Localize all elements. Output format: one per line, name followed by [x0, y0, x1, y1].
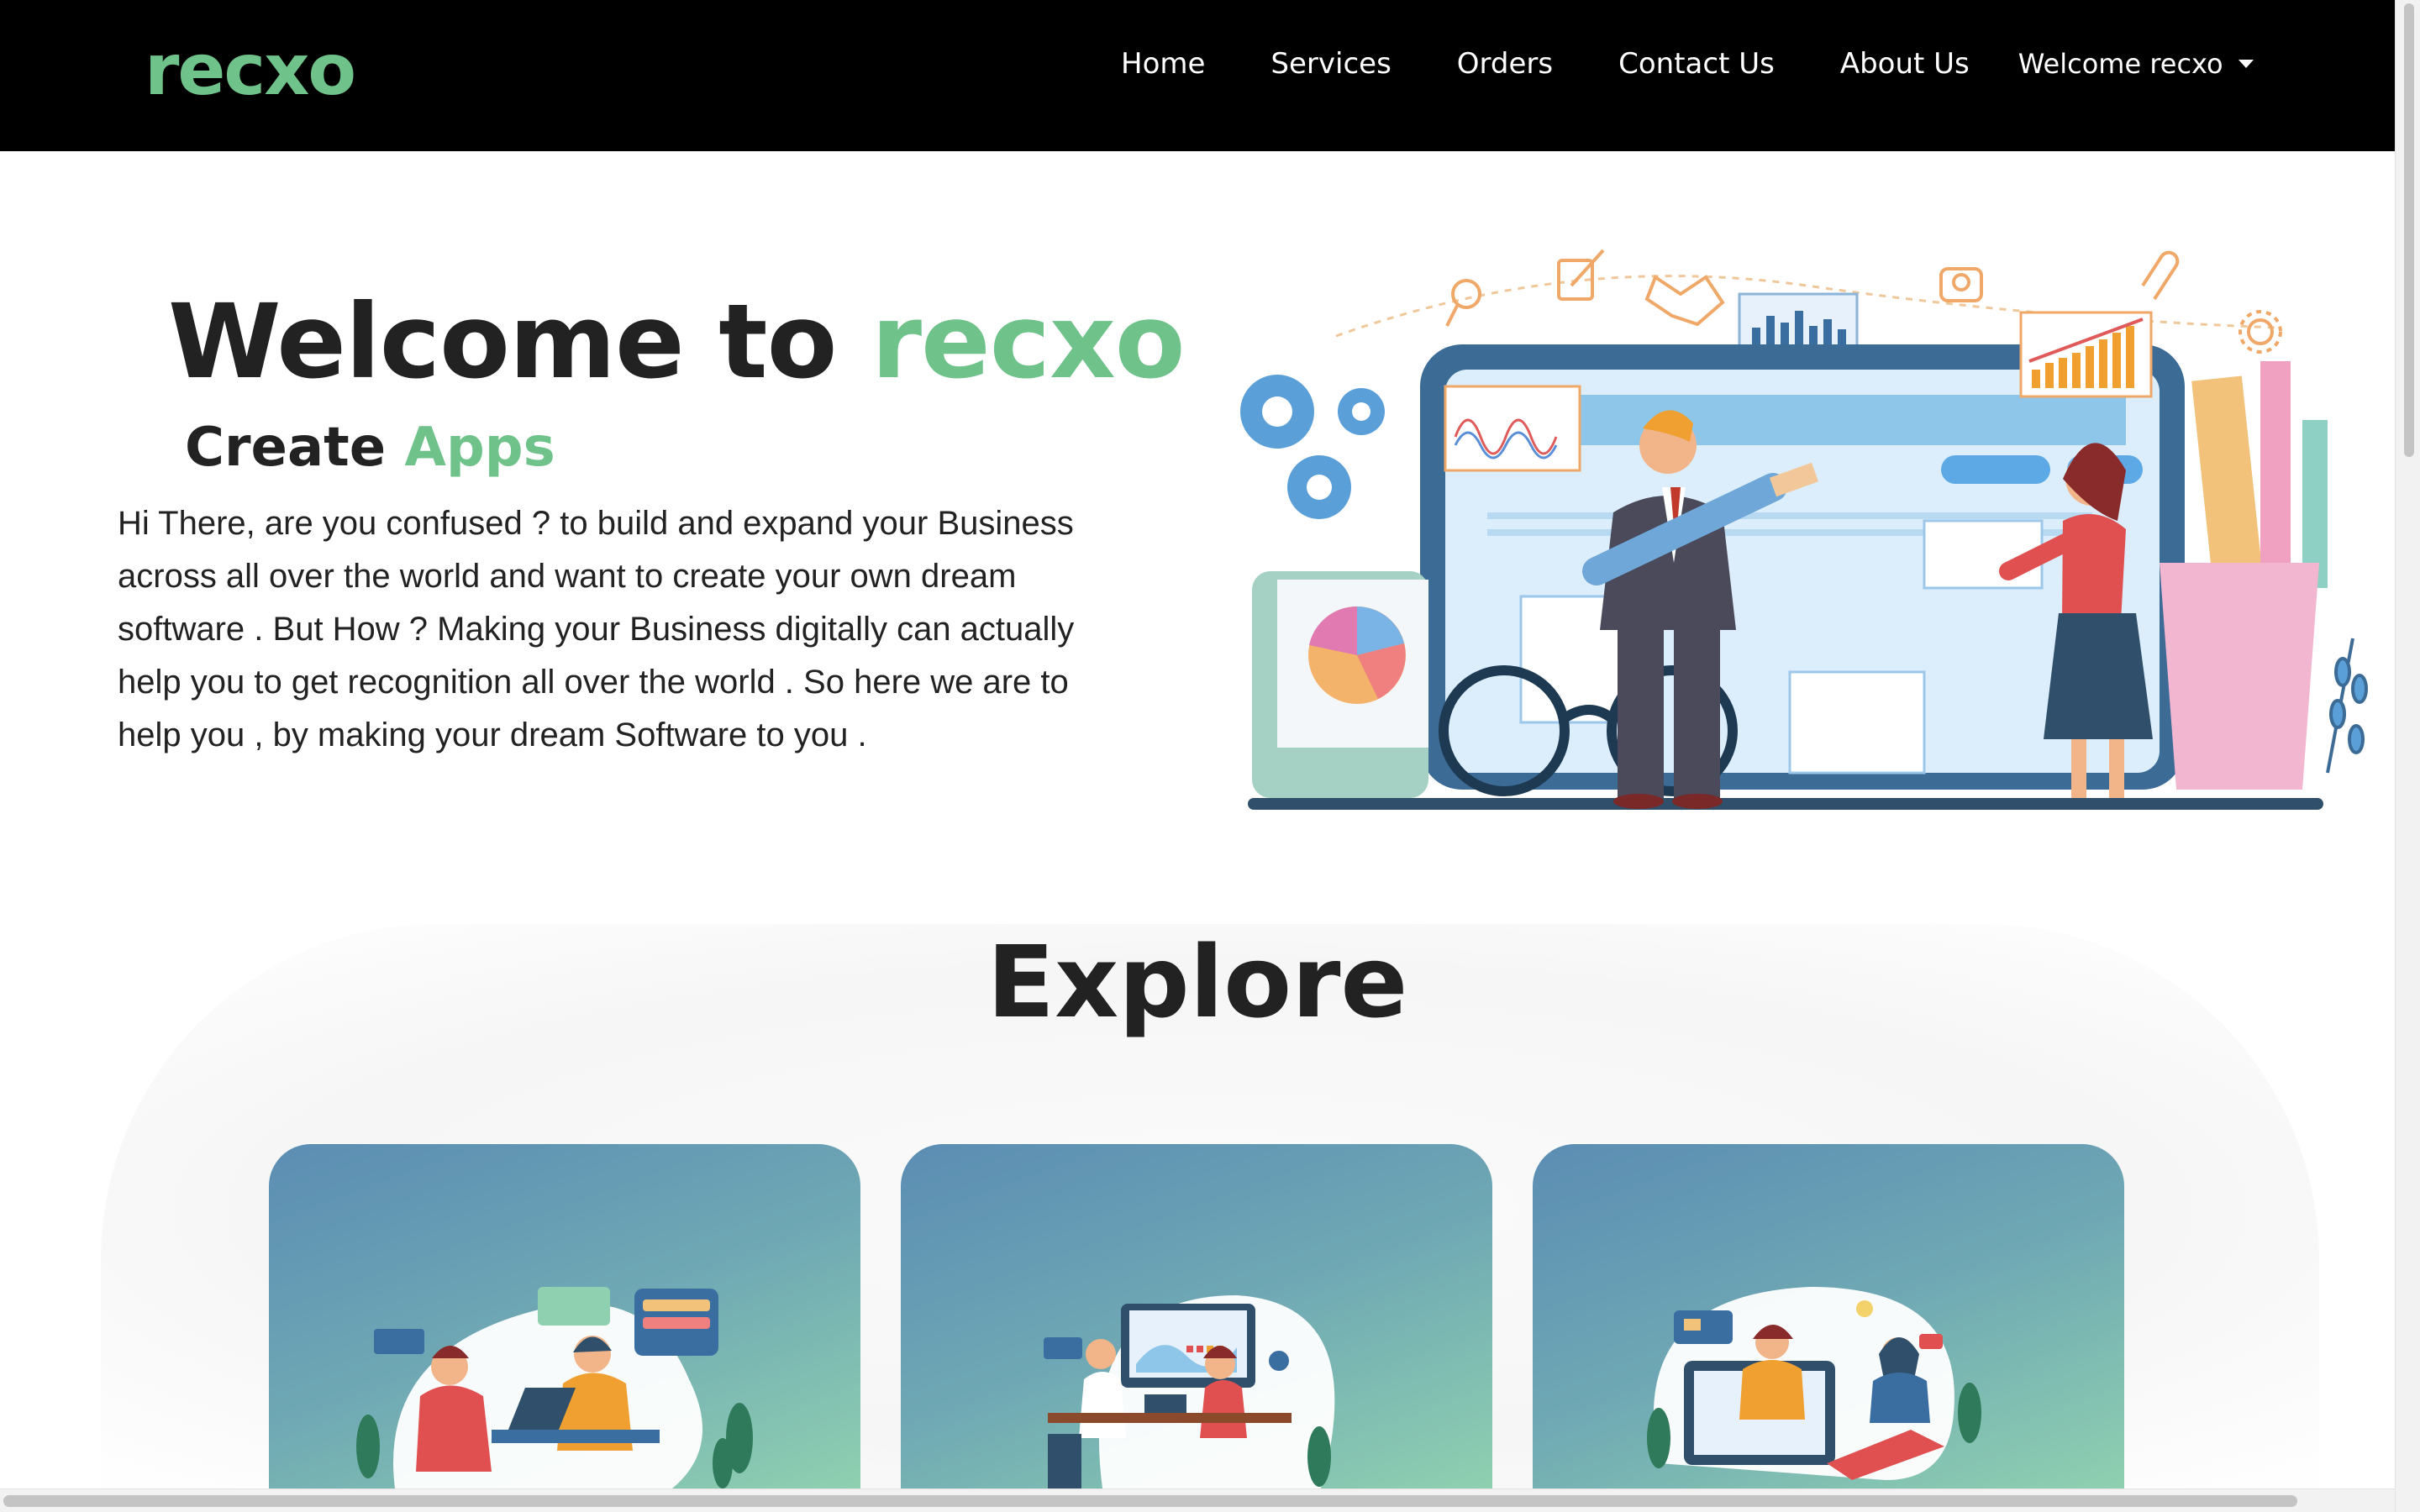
horizontal-scrollbar-thumb[interactable]: [3, 1495, 2297, 1507]
hero-illustration: [1235, 235, 2378, 823]
nav-link-home[interactable]: Home: [1121, 47, 1205, 81]
explore-card-team[interactable]: [269, 1144, 860, 1488]
video-call-support-illustration: [1647, 1287, 1981, 1480]
hero-subtitle-prefix: Create: [185, 417, 387, 479]
hero-title: Welcome to recxo: [168, 282, 1186, 402]
hero-title-prefix: Welcome to: [168, 282, 837, 402]
phone-icon: [1939, 267, 1983, 302]
hero-description: Hi There, are you confused ? to build an…: [118, 505, 1075, 753]
user-menu-label: Welcome recxo: [2018, 48, 2223, 80]
nav-links: Home Services Orders Contact Us About Us…: [1121, 47, 2254, 81]
paperclip-icon: [2141, 250, 2180, 301]
nav-link-contact-us[interactable]: Contact Us: [1618, 47, 1775, 81]
user-menu-dropdown[interactable]: Welcome recxo: [2018, 48, 2254, 80]
brand-logo[interactable]: recxo: [145, 29, 356, 111]
vertical-scrollbar[interactable]: [2395, 0, 2420, 1512]
hero-subtitle-accent: Apps: [404, 417, 555, 479]
vertical-scrollbar-thumb[interactable]: [2404, 3, 2414, 457]
gears-icon: [1240, 375, 1385, 519]
explore-card-meeting[interactable]: [901, 1144, 1492, 1488]
handshake-icon: [1644, 274, 1725, 327]
explore-card-support[interactable]: [1533, 1144, 2124, 1488]
top-navbar: recxo Home Services Orders Contact Us Ab…: [0, 0, 2395, 151]
meeting-dashboard-illustration: [1044, 1295, 1335, 1488]
hero-title-accent: recxo: [871, 282, 1186, 402]
hero-subtitle: Create Apps: [185, 417, 555, 479]
caret-down-icon: [2238, 60, 2254, 68]
team-collaboration-illustration: [356, 1287, 753, 1488]
small-gear-icon: [2238, 310, 2282, 354]
horizontal-scrollbar[interactable]: [0, 1488, 2395, 1512]
nav-link-services[interactable]: Services: [1270, 47, 1391, 81]
edit-icon: [1557, 249, 1605, 301]
explore-title: Explore: [986, 924, 1408, 1040]
magnifier-icon: [1445, 279, 1481, 327]
nav-link-about-us[interactable]: About Us: [1840, 47, 1970, 81]
nav-link-orders[interactable]: Orders: [1457, 47, 1553, 81]
